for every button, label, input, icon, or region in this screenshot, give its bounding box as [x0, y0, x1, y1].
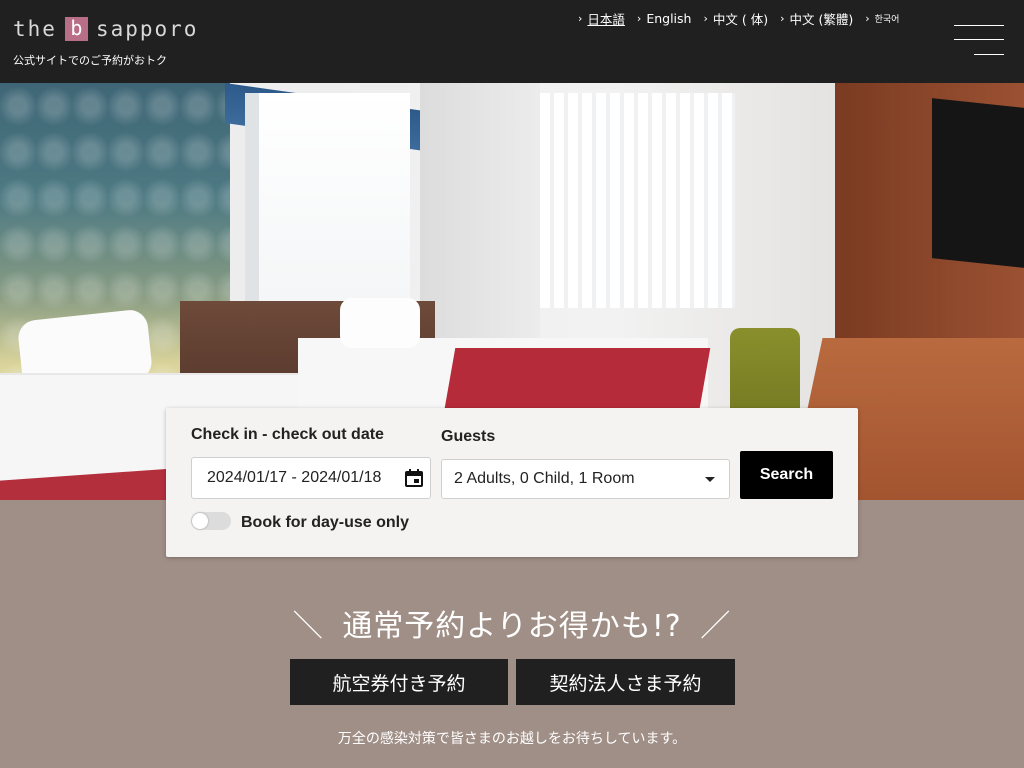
flight-package-button[interactable]: 航空券付き予約	[290, 659, 508, 705]
language-nav: › 日本語 › English › 中文 ( 体) › 中文 (繁體) › 한국…	[578, 9, 899, 28]
guests-value: 2 Adults, 0 Child, 1 Room	[454, 470, 635, 487]
chevron-right-icon: ›	[636, 12, 642, 25]
promo-heading-text: 通常予約よりお得かも!?	[342, 609, 682, 644]
caret-down-icon	[705, 477, 715, 482]
slash-right: ／	[700, 609, 732, 644]
logo-suffix: sapporo	[95, 17, 199, 41]
logo-prefix: the	[13, 17, 57, 41]
lang-english[interactable]: › English	[637, 9, 692, 28]
hamburger-menu-icon[interactable]	[954, 24, 1004, 58]
calendar-icon[interactable]	[404, 468, 424, 488]
guests-select[interactable]: 2 Adults, 0 Child, 1 Room	[441, 459, 730, 499]
tagline: 公式サイトでのご予約がおトク	[13, 54, 167, 67]
lang-label: 中文 (繁體)	[789, 12, 854, 27]
toggle-knob	[192, 513, 208, 529]
dates-label: Check in - check out date	[191, 426, 384, 443]
date-range-value: 2024/01/17 - 2024/01/18	[207, 469, 382, 486]
slash-left: ＼	[292, 609, 324, 644]
chevron-right-icon: ›	[578, 12, 583, 25]
lang-chinese-simplified[interactable]: › 中文 ( 体)	[703, 9, 768, 28]
chevron-right-icon: ›	[703, 12, 708, 25]
lang-chinese-traditional[interactable]: › 中文 (繁體)	[780, 9, 853, 28]
date-range-field[interactable]: 2024/01/17 - 2024/01/18	[191, 457, 431, 499]
logo-mark: b	[64, 17, 88, 41]
chevron-right-icon: ›	[865, 12, 870, 25]
chevron-right-icon: ›	[780, 12, 785, 25]
lang-label: 中文 ( 体)	[712, 12, 769, 27]
lang-label: English	[646, 11, 692, 26]
site-logo[interactable]: the b sapporo	[13, 17, 198, 41]
lang-korean[interactable]: › 한국어	[865, 9, 899, 28]
site-header: the b sapporo 公式サイトでのご予約がおトク › 日本語 › Eng…	[0, 0, 1024, 83]
promo-heading: ＼ 通常予約よりお得かも!? ／	[0, 601, 1024, 645]
safety-notice: 万全の感染対策で皆さまのお越しをお待ちしています。	[337, 731, 687, 747]
dayuse-toggle[interactable]	[191, 512, 231, 530]
search-button[interactable]: Search	[740, 451, 833, 499]
lang-label: 한국어	[874, 15, 900, 25]
lang-label: 日本語	[587, 12, 625, 27]
booking-search-card: Check in - check out date 2024/01/17 - 2…	[166, 408, 858, 557]
corporate-booking-button[interactable]: 契約法人さま予約	[516, 659, 735, 705]
guests-label: Guests	[441, 428, 496, 445]
dayuse-label: Book for day-use only	[241, 514, 410, 531]
lang-japanese[interactable]: › 日本語	[578, 9, 625, 28]
